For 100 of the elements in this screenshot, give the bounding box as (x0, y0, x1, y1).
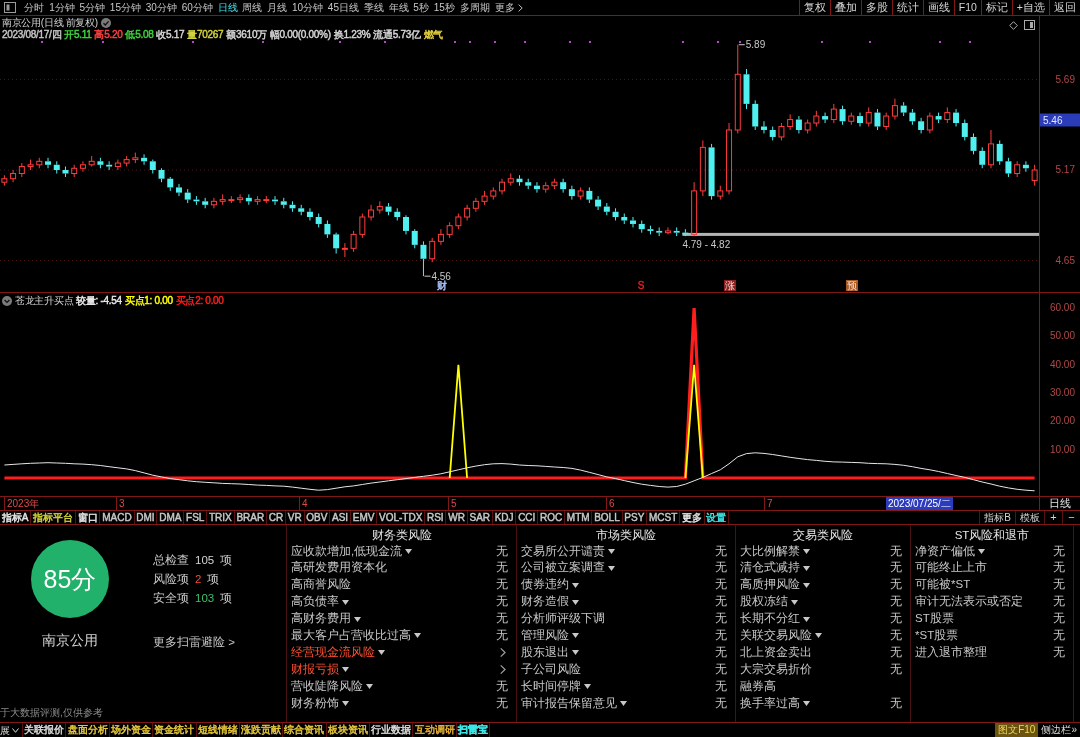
indicator-tab[interactable]: ROC (538, 511, 565, 524)
period-tab[interactable]: 月线 (264, 0, 290, 15)
bottom-tab[interactable]: 行业数据 (370, 723, 414, 737)
indicator-tab[interactable]: SAR (467, 511, 493, 524)
toolbar-button[interactable]: 画线 (922, 0, 954, 15)
bottom-tab[interactable]: 盘面分析 (66, 723, 110, 737)
period-tab[interactable]: 30分钟 (143, 0, 180, 15)
bottom-tab[interactable]: 涨跌贡献 (239, 723, 284, 737)
risk-item[interactable]: 大宗交易折价 (740, 662, 812, 677)
risk-item[interactable]: 清仓式减持 (740, 561, 800, 576)
risk-item[interactable]: 长期不分红 (740, 612, 800, 626)
period-tab[interactable]: 分时 (22, 0, 47, 15)
indicator-tab[interactable]: DMI (134, 511, 158, 524)
indicator-tab[interactable]: MCST (647, 511, 681, 524)
toolbar-button[interactable]: 统计 (891, 0, 923, 15)
bottom-tab[interactable]: 综合资讯 (283, 723, 327, 737)
indicator-tab[interactable]: − (1062, 511, 1080, 524)
indicator-tab[interactable]: EMV (350, 511, 378, 524)
indicator-tab[interactable]: VOL-TDX (377, 511, 426, 524)
risk-item[interactable]: 换手率过高 (740, 696, 800, 711)
indicator-tab[interactable]: BOLL (592, 511, 623, 524)
indicator-tab[interactable]: ASI (330, 511, 351, 524)
period-tab[interactable]: 多周期 (457, 0, 492, 15)
risk-item[interactable]: 关联交易风险 (740, 629, 812, 643)
risk-item[interactable]: 最大客户占营收比过高 (291, 629, 411, 643)
period-button[interactable]: 日线 (1040, 497, 1080, 510)
risk-item[interactable]: 财务造假 (521, 595, 569, 609)
bottom-tab[interactable]: 关联报价 (23, 723, 67, 737)
indicator-tab[interactable]: CCI (516, 511, 539, 524)
risk-item[interactable]: 公司被立案调查 (521, 561, 605, 576)
bottom-tab[interactable]: 互动调研 (413, 723, 457, 737)
risk-item[interactable]: 高商誉风险 (291, 578, 351, 593)
bottom-tab[interactable]: 资金统计 (153, 723, 197, 737)
indicator-tab[interactable]: MACD (100, 511, 135, 524)
risk-item[interactable]: 北上资金卖出 (740, 645, 812, 660)
period-tab[interactable]: 5秒 (410, 0, 432, 15)
risk-item[interactable]: 股东退出 (521, 645, 569, 660)
indicator-tab[interactable]: KDJ (492, 511, 517, 524)
risk-item[interactable]: *ST股票 (915, 629, 959, 643)
toolbar-button[interactable]: 标记 (980, 0, 1012, 15)
indicator-tab[interactable]: FSL (184, 511, 208, 524)
risk-item[interactable]: 可能终止上市 (915, 561, 987, 576)
risk-item[interactable]: 应收款增加,低现金流 (291, 544, 403, 559)
risk-item[interactable]: 高质押风险 (740, 578, 800, 593)
bottom-tab[interactable]: 短线情绪 (196, 723, 240, 737)
toolbar-button[interactable]: F10 (953, 0, 981, 15)
indicator-tab[interactable]: + (1044, 511, 1062, 524)
risk-item[interactable]: 经营现金流风险 (291, 645, 375, 660)
risk-item[interactable]: 交易所公开谴责 (521, 544, 605, 559)
indicator-tab[interactable]: 指标B (979, 511, 1015, 524)
risk-item[interactable]: 分析师评级下调 (521, 612, 605, 626)
period-tab[interactable]: 45日线 (325, 0, 362, 15)
indicator-tab[interactable]: 窗口 (75, 511, 101, 524)
toolbar-button[interactable]: 返回 (1049, 0, 1080, 15)
risk-item[interactable]: 高负债率 (291, 595, 339, 609)
indicator-tab[interactable]: BRAR (234, 511, 267, 524)
risk-item[interactable]: 财报亏损 (291, 662, 339, 677)
risk-item[interactable]: 长时间停牌 (521, 679, 581, 694)
toolbar-button[interactable]: +自选 (1011, 0, 1049, 15)
side-button[interactable]: 侧边栏» (1038, 723, 1080, 737)
risk-item[interactable]: ST股票 (915, 612, 954, 626)
period-tab[interactable]: 5分钟 (77, 0, 108, 15)
period-tab[interactable]: 10分钟 (289, 0, 326, 15)
indicator-tab[interactable]: CR (266, 511, 286, 524)
indicator-tab[interactable]: MTM (565, 511, 593, 524)
toolbar-button[interactable]: 叠加 (829, 0, 861, 15)
period-tab[interactable]: 季线 (361, 0, 387, 15)
indicator-tab[interactable]: RSI (425, 511, 447, 524)
bottom-tab[interactable]: 板块资讯 (326, 723, 370, 737)
indicator-tab[interactable]: VR (286, 511, 305, 524)
indicator-tab[interactable]: 更多 (680, 511, 705, 524)
toolbar-button[interactable]: 复权 (798, 0, 830, 15)
risk-item[interactable]: 子公司风险 (521, 662, 581, 677)
period-tab[interactable]: 年线 (386, 0, 411, 15)
indicator-tab[interactable]: 模板 (1015, 511, 1044, 524)
risk-item[interactable]: 大比例解禁 (740, 544, 800, 559)
period-tab[interactable]: 60分钟 (179, 0, 216, 15)
indicator-tab[interactable]: 设置 (704, 511, 730, 524)
side-button[interactable]: 图文F10 (995, 723, 1039, 737)
risk-item[interactable]: 财务粉饰 (291, 696, 339, 711)
risk-item[interactable]: 管理风险 (521, 629, 569, 643)
indicator-tab[interactable]: DMA (157, 511, 185, 524)
period-tab[interactable]: 日线 (215, 0, 240, 15)
bottom-tab[interactable]: 扫雷宝 (456, 723, 491, 737)
risk-item[interactable]: 进入退市整理 (915, 645, 987, 660)
more-button[interactable]: 更多 (491, 0, 526, 15)
bottom-tab[interactable]: 场外资金 (109, 723, 154, 737)
indicator-tab[interactable]: TRIX (207, 511, 235, 524)
indicator-tab[interactable]: 指标平台 (31, 511, 76, 524)
risk-item[interactable]: 融券高 (740, 679, 776, 694)
risk-item[interactable]: 高财务费用 (291, 612, 351, 626)
indicator-tab[interactable]: PSY (622, 511, 648, 524)
indicator-tab[interactable]: WR (446, 511, 468, 524)
indicator-tab[interactable]: OBV (304, 511, 331, 524)
risk-item[interactable]: 净资产偏低 (915, 544, 975, 559)
risk-item[interactable]: 可能被*ST (915, 578, 971, 593)
risk-item[interactable]: 审计无法表示或否定 (915, 595, 1023, 609)
more-scan-link[interactable]: 更多扫雷避险 > (153, 635, 235, 649)
period-tab[interactable]: 15分钟 (107, 0, 144, 15)
risk-item[interactable]: 高研发费用资本化 (291, 561, 387, 576)
